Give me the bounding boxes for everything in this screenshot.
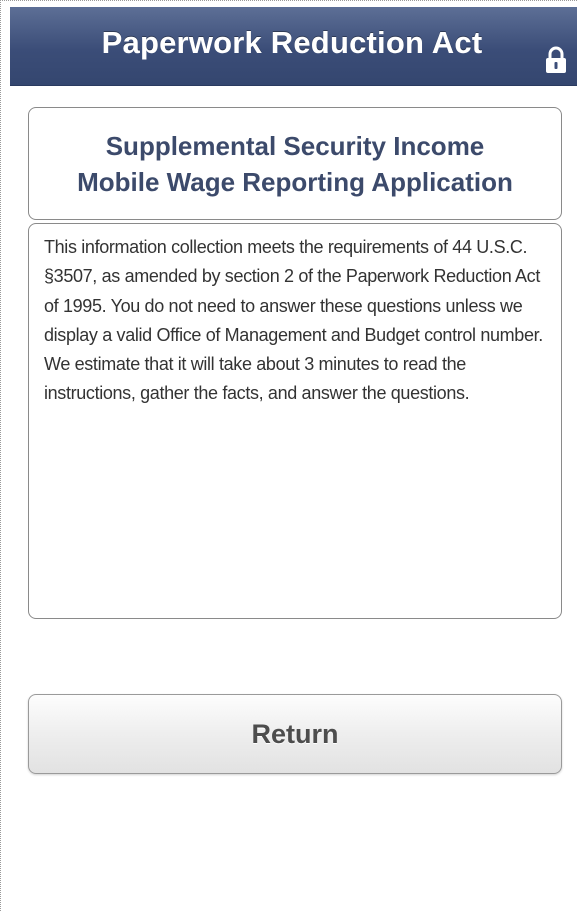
return-button-label: Return — [251, 719, 339, 749]
page-title: Paperwork Reduction Act — [101, 25, 483, 60]
app-title-card: Supplemental Security Income Mobile Wage… — [28, 107, 562, 220]
info-text-box: This information collection meets the re… — [28, 223, 562, 619]
header-bar: Paperwork Reduction Act — [10, 7, 577, 86]
return-button[interactable]: Return — [28, 694, 562, 774]
app-title-line-1: Supplemental Security Income — [105, 131, 485, 161]
lock-icon — [546, 46, 566, 73]
paperwork-reduction-statement: This information collection meets the re… — [44, 237, 543, 404]
app-title-line-2: Mobile Wage Reporting Application — [77, 167, 513, 197]
app-screen: Paperwork Reduction Act Supplemental Sec… — [0, 0, 577, 911]
